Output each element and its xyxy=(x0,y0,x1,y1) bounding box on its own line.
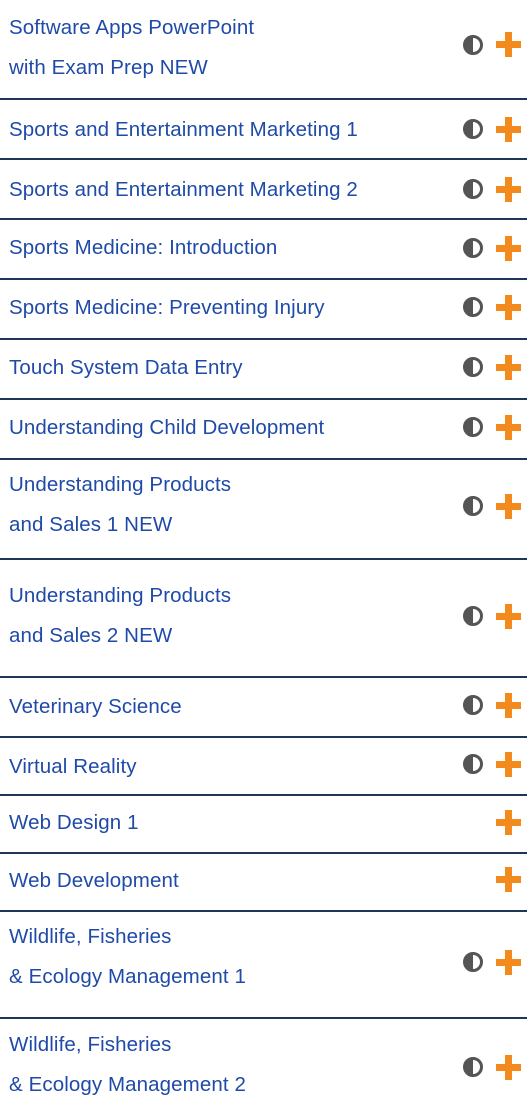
course-title[interactable]: Sports Medicine: Introduction xyxy=(9,228,277,268)
course-row[interactable]: Web Design 1 xyxy=(0,796,527,852)
course-title[interactable]: Understanding Products and Sales 1 NEW xyxy=(9,465,231,545)
plus-icon[interactable] xyxy=(496,117,521,142)
course-row[interactable]: Understanding Child Development xyxy=(0,400,527,458)
course-title[interactable]: Web Design 1 xyxy=(9,803,139,843)
course-list: Software Apps PowerPoint with Exam Prep … xyxy=(0,0,527,1111)
course-title[interactable]: Touch System Data Entry xyxy=(9,348,243,388)
course-title-line-2: with Exam Prep NEW xyxy=(9,56,208,79)
plus-icon[interactable] xyxy=(496,415,521,440)
plus-icon[interactable] xyxy=(496,810,521,835)
half-circle-icon[interactable] xyxy=(463,357,483,377)
course-row[interactable]: Web Development xyxy=(0,854,527,910)
half-circle-icon[interactable] xyxy=(463,1057,483,1077)
course-row[interactable]: Software Apps PowerPoint with Exam Prep … xyxy=(0,0,527,98)
course-row[interactable]: Wildlife, Fisheries & Ecology Management… xyxy=(0,1019,527,1111)
course-row[interactable]: Wildlife, Fisheries & Ecology Management… xyxy=(0,912,527,1010)
course-title-line-1: Understanding Products xyxy=(9,584,232,607)
course-row[interactable]: Virtual Reality xyxy=(0,738,527,794)
course-title-line-1: Understanding Products xyxy=(9,473,232,496)
half-circle-icon[interactable] xyxy=(463,238,483,258)
plus-icon[interactable] xyxy=(496,693,521,718)
half-circle-icon[interactable] xyxy=(463,179,483,199)
course-title[interactable]: Sports and Entertainment Marketing 2 xyxy=(9,170,358,210)
course-title-line-1: Software Apps PowerPoint xyxy=(9,16,255,39)
course-title-line-1: Wildlife, Fisheries xyxy=(9,925,172,948)
plus-icon[interactable] xyxy=(496,950,521,975)
course-row[interactable]: Sports Medicine: Introduction xyxy=(0,220,527,278)
course-title-line-2: and Sales 2 NEW xyxy=(9,624,173,647)
course-title-line-2: & Ecology Management 2 xyxy=(9,1073,246,1096)
course-title[interactable]: Software Apps PowerPoint with Exam Prep … xyxy=(9,8,254,88)
course-title[interactable]: Wildlife, Fisheries & Ecology Management… xyxy=(9,917,246,997)
plus-icon[interactable] xyxy=(496,604,521,629)
course-row[interactable]: Touch System Data Entry xyxy=(0,340,527,398)
course-title[interactable]: Understanding Products and Sales 2 NEW xyxy=(9,576,231,656)
course-row[interactable]: Understanding Products and Sales 2 NEW xyxy=(0,560,527,658)
course-row[interactable]: Sports and Entertainment Marketing 2 xyxy=(0,160,527,218)
plus-icon[interactable] xyxy=(496,1055,521,1080)
course-title[interactable]: Wildlife, Fisheries & Ecology Management… xyxy=(9,1025,246,1105)
half-circle-icon[interactable] xyxy=(463,496,483,516)
half-circle-icon[interactable] xyxy=(463,952,483,972)
course-title-line-2: & Ecology Management 1 xyxy=(9,965,246,988)
plus-icon[interactable] xyxy=(496,32,521,57)
course-row[interactable]: Sports and Entertainment Marketing 1 xyxy=(0,100,527,158)
course-title[interactable]: Web Development xyxy=(9,861,179,901)
course-title-line-1: Wildlife, Fisheries xyxy=(9,1033,172,1056)
plus-icon[interactable] xyxy=(496,494,521,519)
plus-icon[interactable] xyxy=(496,867,521,892)
half-circle-icon[interactable] xyxy=(463,695,483,715)
course-row[interactable]: Veterinary Science xyxy=(0,678,527,736)
course-title[interactable]: Sports and Entertainment Marketing 1 xyxy=(9,110,358,150)
half-circle-icon[interactable] xyxy=(463,297,483,317)
half-circle-icon[interactable] xyxy=(463,606,483,626)
plus-icon[interactable] xyxy=(496,355,521,380)
course-row[interactable]: Understanding Products and Sales 1 NEW xyxy=(0,460,527,558)
course-title[interactable]: Veterinary Science xyxy=(9,687,182,727)
course-title[interactable]: Virtual Reality xyxy=(9,747,137,787)
half-circle-icon[interactable] xyxy=(463,35,483,55)
plus-icon[interactable] xyxy=(496,752,521,777)
plus-icon[interactable] xyxy=(496,236,521,261)
course-row[interactable]: Sports Medicine: Preventing Injury xyxy=(0,280,527,338)
half-circle-icon[interactable] xyxy=(463,119,483,139)
plus-icon[interactable] xyxy=(496,177,521,202)
plus-icon[interactable] xyxy=(496,295,521,320)
course-title-line-2: and Sales 1 NEW xyxy=(9,513,173,536)
course-title[interactable]: Sports Medicine: Preventing Injury xyxy=(9,288,325,328)
half-circle-icon[interactable] xyxy=(463,417,483,437)
half-circle-icon[interactable] xyxy=(463,754,483,774)
course-title[interactable]: Understanding Child Development xyxy=(9,408,324,448)
